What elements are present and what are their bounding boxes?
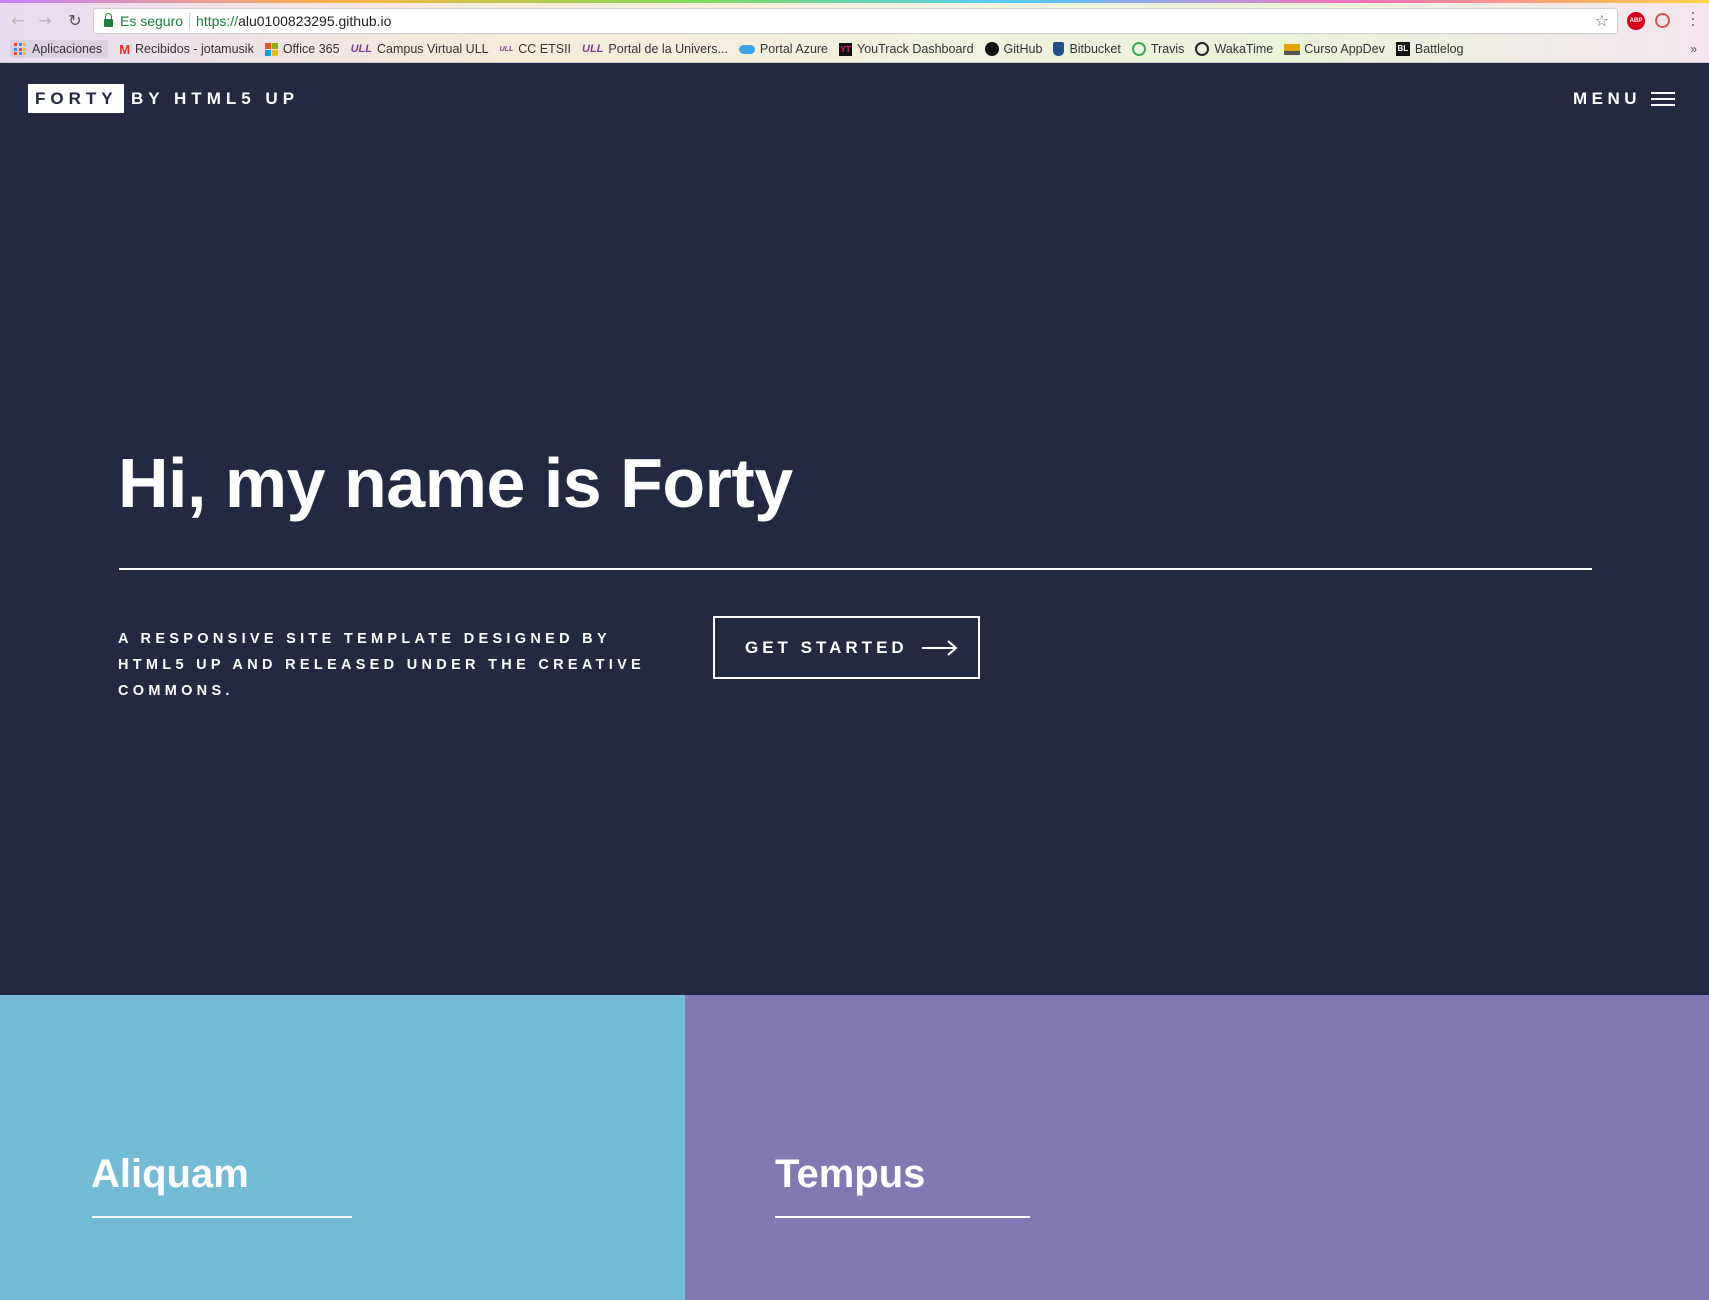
arrow-right-icon	[921, 639, 958, 656]
extension-icon[interactable]	[1655, 13, 1670, 28]
site-page: FORTY BY HTML5 UP MENU Hi, my name is Fo…	[0, 63, 1709, 1300]
bookmark-battlelog[interactable]: BL Battlelog	[1395, 42, 1464, 56]
tile-title: Aliquam	[91, 1152, 249, 1196]
tile-divider	[92, 1216, 352, 1218]
bookmarks-overflow-icon[interactable]: »	[1690, 42, 1697, 56]
bookmark-office[interactable]: Office 365	[264, 42, 340, 56]
security-label: Es seguro	[120, 13, 184, 29]
address-bar[interactable]: Es seguro https://alu0100823295.github.i…	[93, 8, 1618, 34]
menu-label: MENU	[1572, 89, 1641, 108]
apps-grid-icon	[14, 43, 26, 55]
site-header: FORTY BY HTML5 UP MENU	[0, 63, 1709, 135]
lock-icon	[104, 13, 113, 27]
tile-aliquam[interactable]: Aliquam	[0, 995, 685, 1300]
bookmark-apps[interactable]: Aplicaciones	[10, 40, 109, 58]
tab-strip-edge	[0, 0, 1709, 3]
bookmark-travis[interactable]: Travis	[1131, 42, 1185, 56]
bookmark-label: Aplicaciones	[32, 42, 103, 56]
forward-icon[interactable]: →	[35, 11, 55, 31]
bookmark-label: Campus Virtual ULL	[376, 42, 489, 56]
hamburger-icon	[1651, 91, 1675, 106]
address-divider	[189, 13, 191, 29]
bookmark-gmail[interactable]: M Recibidos - jotamusik	[119, 42, 254, 57]
bookmark-label: Portal Azure	[759, 42, 829, 56]
github-icon	[984, 42, 999, 56]
reload-icon[interactable]: ↻	[65, 11, 85, 31]
bookmark-label: CC ETSII	[518, 42, 572, 56]
battlelog-icon: BL	[1395, 42, 1410, 56]
browser-chrome: ← → ↻ Es seguro https://alu0100823295.gi…	[0, 0, 1709, 63]
bookmark-label: Office 365	[282, 42, 340, 56]
bookmark-label: Portal de la Univers...	[608, 42, 728, 56]
browser-menu-icon[interactable]: · · ·	[1688, 7, 1698, 33]
back-icon[interactable]: ←	[8, 11, 28, 31]
get-started-button[interactable]: GET STARTED	[713, 616, 980, 679]
bookmark-wakatime[interactable]: WakaTime	[1195, 42, 1273, 56]
bookmark-curso-appdev[interactable]: Curso AppDev	[1284, 42, 1385, 56]
bookmark-cc-etsii[interactable]: ULL CC ETSII	[500, 42, 571, 56]
get-started-label: GET STARTED	[745, 637, 908, 657]
bitbucket-icon	[1053, 42, 1065, 56]
bookmark-label: Travis	[1150, 42, 1185, 56]
bookmark-portal-azure[interactable]: Portal Azure	[738, 42, 829, 56]
gmail-icon: M	[119, 41, 131, 57]
bookmark-portal-universidad[interactable]: ULL Portal de la Univers...	[582, 42, 728, 56]
ull-icon: ULL	[499, 45, 514, 53]
wakatime-icon	[1195, 42, 1210, 56]
url-host: alu0100823295.github.io	[238, 13, 392, 29]
tile-tempus[interactable]: Tempus	[685, 995, 1709, 1300]
ull-icon: ULL	[350, 43, 372, 55]
folder-icon	[1284, 43, 1301, 55]
adblock-extension-icon[interactable]: ABP	[1627, 12, 1645, 30]
bookmark-label: Battlelog	[1414, 42, 1464, 56]
bookmark-github[interactable]: GitHub	[984, 42, 1043, 56]
hero-subtitle: A responsive site template designed by H…	[118, 631, 646, 699]
bookmark-campus-virtual[interactable]: ULL Campus Virtual ULL	[351, 42, 489, 56]
travis-icon	[1131, 42, 1146, 56]
ull-icon: ULL	[582, 43, 604, 55]
bookmark-label: WakaTime	[1214, 42, 1274, 56]
bookmark-label: Bitbucket	[1069, 42, 1121, 56]
hero-divider	[119, 568, 1592, 570]
youtrack-icon: YT	[839, 42, 853, 56]
site-logo-byline[interactable]: BY HTML5 UP	[131, 84, 299, 113]
bookmark-bitbucket[interactable]: Bitbucket	[1053, 42, 1121, 56]
site-logo[interactable]: FORTY	[28, 84, 124, 113]
bookmark-youtrack[interactable]: YT YouTrack Dashboard	[839, 42, 974, 56]
tile-divider	[775, 1216, 1030, 1218]
bookmark-label: Recibidos - jotamusik	[135, 42, 254, 56]
office-icon	[264, 42, 278, 56]
bookmark-label: Curso AppDev	[1304, 42, 1385, 56]
tile-title: Tempus	[775, 1152, 926, 1196]
menu-button[interactable]: MENU	[1573, 84, 1675, 113]
url-scheme: https://	[196, 13, 239, 29]
bookmark-star-icon[interactable]: ☆	[1595, 11, 1609, 30]
bookmark-label: GitHub	[1003, 42, 1043, 56]
bookmark-label: YouTrack Dashboard	[857, 42, 974, 56]
hero-title: Hi, my name is Forty	[118, 444, 793, 522]
bookmarks-bar: Aplicaciones M Recibidos - jotamusik Off…	[10, 39, 1697, 59]
azure-cloud-icon	[738, 44, 755, 54]
